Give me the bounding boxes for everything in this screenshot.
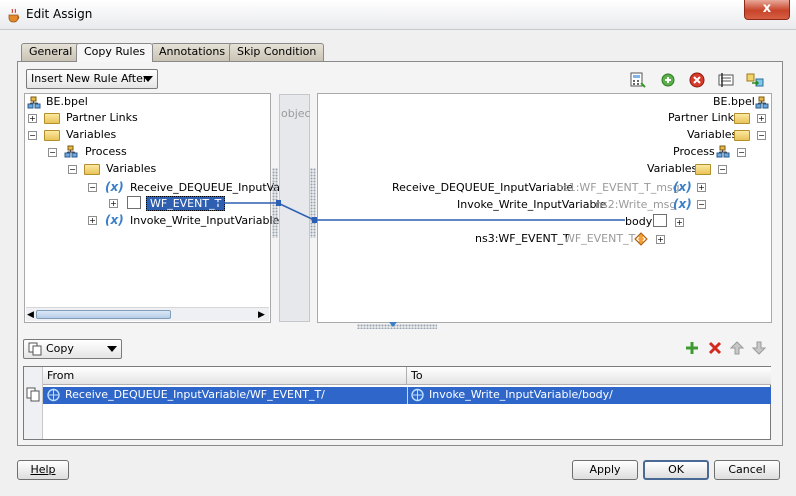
ok-button[interactable]: OK (643, 460, 709, 480)
tab-general[interactable]: General (21, 43, 81, 61)
source-variables[interactable]: Variables (66, 128, 116, 142)
expand-icon[interactable]: + (88, 216, 97, 225)
tab-annotations[interactable]: Annotations (151, 43, 234, 61)
source-partner-links[interactable]: Partner Links (66, 111, 138, 125)
source-process-variables[interactable]: Variables (106, 162, 156, 176)
scroll-left-icon[interactable]: ◀ (27, 310, 34, 320)
copy-rule-icon (26, 387, 40, 402)
target-variables[interactable]: Variables (687, 128, 737, 142)
row-gutter (24, 367, 43, 439)
element-icon (127, 196, 141, 209)
cancel-button-label: Cancel (728, 463, 766, 476)
source-receive-variable[interactable]: Receive_DEQUEUE_InputVaria (130, 181, 294, 195)
variable-icon: (x) (105, 180, 124, 194)
bpel-process-icon (755, 96, 769, 109)
collapse-icon[interactable]: − (28, 131, 37, 140)
attribute-icon[interactable] (717, 71, 735, 89)
ok-button-label: OK (668, 463, 684, 476)
folder-open-icon (44, 130, 60, 141)
complex-type-icon (634, 232, 648, 246)
window-title: Edit Assign (26, 7, 93, 21)
from-column-header[interactable]: From (43, 367, 407, 385)
bpel-process-icon (64, 145, 78, 158)
tab-copy-rules[interactable]: Copy Rules (76, 43, 154, 62)
scroll-right-icon[interactable]: ▶ (258, 310, 265, 320)
copy-rules-table[interactable]: From To Receive_DEQUEUE_InputVariable/WF… (23, 366, 771, 440)
copy-icon (28, 342, 42, 356)
java-cup-icon (8, 8, 20, 23)
collapse-icon[interactable]: − (68, 165, 77, 174)
chevron-down-icon (143, 76, 153, 82)
remove-icon[interactable] (688, 71, 706, 89)
table-row[interactable]: Receive_DEQUEUE_InputVariable/WF_EVENT_T… (43, 387, 771, 404)
expand-icon[interactable]: + (675, 218, 684, 227)
operation-dropdown-value: Copy (46, 342, 74, 355)
column-divider (407, 387, 408, 404)
help-button-label: Help (30, 463, 56, 476)
apply-button-label: Apply (589, 463, 621, 476)
expand-icon[interactable]: + (656, 235, 665, 244)
operation-dropdown[interactable]: Copy (23, 339, 122, 359)
tab-skip-condition[interactable]: Skip Condition (229, 43, 325, 61)
element-icon (653, 214, 667, 227)
expand-icon[interactable]: + (109, 199, 118, 208)
scrollbar-thumb[interactable] (36, 310, 171, 319)
add-icon[interactable] (685, 341, 699, 355)
variable-icon: (x) (105, 213, 124, 227)
target-receive-type: ns1:WF_EVENT_T_msg (556, 181, 680, 194)
target-root-label: BE.bpel (713, 95, 755, 108)
collapse-icon[interactable]: − (757, 131, 766, 140)
expand-icon[interactable]: + (757, 114, 766, 123)
source-root-label: BE.bpel (46, 95, 88, 108)
variable-icon: (x) (673, 197, 692, 211)
collapse-icon[interactable]: − (718, 165, 727, 174)
map-auto-icon[interactable] (746, 71, 764, 89)
xpath-icon (411, 388, 424, 402)
target-ns3-element[interactable]: ns3:WF_EVENT_T (475, 232, 570, 246)
variable-icon: (x) (673, 180, 692, 194)
folder-open-icon (734, 130, 750, 141)
bpel-process-icon (716, 145, 730, 158)
move-up-icon[interactable] (730, 341, 744, 355)
splitter-arrow-down-icon[interactable] (389, 322, 397, 327)
collapse-icon[interactable]: − (697, 200, 706, 209)
rule-to-cell: Invoke_Write_InputVariable/body/ (429, 388, 613, 401)
expression-builder-icon[interactable] (629, 71, 647, 89)
target-process-variables[interactable]: Variables (647, 162, 697, 176)
source-process[interactable]: Process (85, 145, 127, 159)
chevron-down-icon (107, 346, 117, 352)
insert-rule-dropdown-value: Insert New Rule After (31, 72, 148, 85)
collapse-icon[interactable]: − (737, 148, 746, 157)
expand-icon[interactable]: + (697, 183, 706, 192)
target-receive-variable[interactable]: Receive_DEQUEUE_InputVariable (392, 181, 573, 195)
move-down-icon[interactable] (752, 341, 766, 355)
folder-open-icon (695, 164, 711, 175)
insert-rule-dropdown[interactable]: Insert New Rule After (26, 69, 158, 89)
folder-icon (734, 113, 750, 124)
xpath-icon (47, 388, 60, 402)
target-ns3-type: WF_EVENT_T (564, 232, 636, 245)
title-bar: Edit Assign x (0, 0, 796, 30)
delete-icon[interactable] (708, 341, 722, 355)
collapse-icon[interactable]: − (88, 183, 97, 192)
vertical-splitter-handle[interactable] (357, 324, 437, 329)
target-partner-links[interactable]: Partner Links (668, 111, 740, 125)
source-horizontal-scrollbar[interactable]: ◀ ▶ (26, 307, 269, 321)
folder-open-icon (84, 164, 100, 175)
bpel-process-icon (27, 96, 41, 109)
mapping-strip-label: objec (281, 107, 311, 120)
rule-from-cell: Receive_DEQUEUE_InputVariable/WF_EVENT_T… (65, 388, 325, 401)
xml-fragment-icon[interactable] (659, 71, 677, 89)
cancel-button[interactable]: Cancel (714, 460, 780, 480)
apply-button[interactable]: Apply (572, 460, 638, 480)
collapse-icon[interactable]: − (48, 148, 57, 157)
target-process[interactable]: Process (673, 145, 715, 159)
mapping-connector[interactable] (210, 198, 630, 228)
help-button[interactable]: Help (17, 460, 69, 480)
to-column-header[interactable]: To (407, 367, 771, 385)
close-button[interactable]: x (744, 0, 790, 20)
expand-icon[interactable]: + (28, 114, 37, 123)
folder-icon (44, 113, 60, 124)
